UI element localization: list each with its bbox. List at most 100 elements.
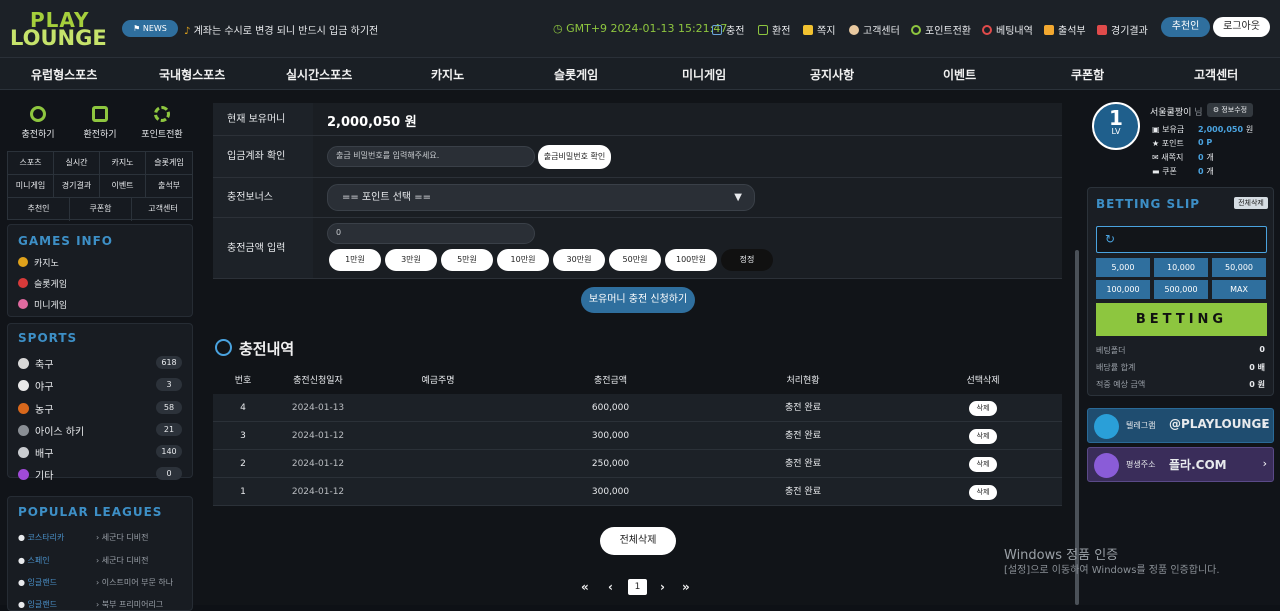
grid-live[interactable]: 실시간	[54, 152, 100, 175]
header-link-support[interactable]: 고객센터	[849, 22, 900, 37]
amount-button-30k[interactable]: 3만원	[385, 249, 437, 271]
baseball-icon	[18, 380, 29, 391]
amount-button-300k[interactable]: 30만원	[553, 249, 605, 271]
quick-point-button[interactable]: 포인트전환	[129, 90, 195, 146]
slip-clear-button[interactable]: 전체삭제	[1234, 197, 1268, 209]
amount-button-500k[interactable]: 50만원	[609, 249, 661, 271]
games-item-slot[interactable]: 슬롯게임	[18, 277, 67, 290]
logout-button[interactable]: 로그아웃	[1213, 17, 1270, 37]
prev-page-button[interactable]: ‹	[608, 580, 613, 594]
league-country[interactable]: ● 코스타리카	[18, 532, 64, 543]
bonus-row: 충전보너스 == 포인트 선택 == ▼	[213, 178, 1062, 218]
address-banner[interactable]: 평생주소 플라.COM ›	[1087, 447, 1274, 482]
grid-event[interactable]: 이벤트	[100, 175, 146, 198]
next-page-button[interactable]: ›	[660, 580, 665, 594]
nav-support[interactable]: 고객센터	[1194, 66, 1238, 83]
chip-5000[interactable]: 5,000	[1096, 258, 1150, 277]
sport-basketball[interactable]: 농구	[18, 401, 53, 416]
amount-input[interactable]: 0	[327, 223, 535, 244]
grid-minigame[interactable]: 미니게임	[8, 175, 54, 198]
grid-sports[interactable]: 스포츠	[8, 152, 54, 175]
header-link-attendance[interactable]: 출석부	[1044, 22, 1086, 37]
casino-icon	[18, 257, 28, 267]
header-link-message[interactable]: 쪽지	[803, 22, 835, 37]
header-link-exchange[interactable]: 환전	[758, 22, 790, 37]
soccer-icon: ●	[18, 578, 28, 587]
sport-icehockey[interactable]: 아이스 하키	[18, 423, 84, 438]
grid-attendance[interactable]: 출석부	[146, 175, 192, 198]
amount-button-100k[interactable]: 10만원	[497, 249, 549, 271]
cell-status: 충전 완료	[785, 459, 821, 469]
grid-slot[interactable]: 슬롯게임	[146, 152, 192, 175]
betting-slip: BETTING SLIP 전체삭제 ↻ 5,000 10,000 50,000 …	[1087, 187, 1274, 396]
chip-500000[interactable]: 500,000	[1154, 280, 1208, 299]
reset-button[interactable]: 정정	[721, 249, 773, 271]
first-page-button[interactable]: «	[581, 580, 589, 594]
last-page-button[interactable]: »	[682, 580, 690, 594]
delete-row-button[interactable]: 삭제	[969, 401, 997, 416]
withdraw-password-input[interactable]: 출금 비밀번호를 입력해주세요.	[327, 146, 535, 167]
refresh-icon[interactable]: ↻	[1105, 232, 1115, 246]
nav-slot[interactable]: 슬롯게임	[554, 66, 598, 83]
delete-all-button[interactable]: 전체삭제	[600, 527, 676, 555]
grid-support[interactable]: 고객센터	[132, 198, 194, 221]
charge-submit-button[interactable]: 보유머니 충전 신청하기	[581, 287, 695, 313]
password-confirm-button[interactable]: 출금비밀번호 확인	[538, 145, 611, 169]
header-link-charge[interactable]: 충전	[712, 22, 744, 37]
sport-count: 140	[156, 445, 182, 458]
nav-minigame[interactable]: 미니게임	[682, 66, 726, 83]
amount-button-50k[interactable]: 5만원	[441, 249, 493, 271]
quick-charge-button[interactable]: 충전하기	[5, 90, 71, 146]
grid-recommend[interactable]: 추천인	[8, 198, 70, 221]
nav-live-sports[interactable]: 실시간스포츠	[286, 66, 352, 83]
games-item-casino[interactable]: 카지노	[18, 256, 59, 269]
nav-notice[interactable]: 공지사항	[810, 66, 854, 83]
league-country[interactable]: ● 잉글랜드	[18, 577, 57, 588]
bet-amount-input[interactable]: ↻	[1096, 226, 1267, 253]
header-link-point[interactable]: 포인트전환	[911, 22, 971, 37]
delete-row-button[interactable]: 삭제	[969, 457, 997, 472]
note-icon	[803, 25, 813, 35]
nav-casino[interactable]: 카지노	[431, 66, 464, 83]
header-link-bet-history[interactable]: 베팅내역	[982, 22, 1033, 37]
nav-coupon[interactable]: 쿠폰함	[1071, 66, 1104, 83]
amount-button-10k[interactable]: 1만원	[329, 249, 381, 271]
betting-button[interactable]: BETTING	[1096, 303, 1267, 336]
header-link-results[interactable]: 경기결과	[1097, 22, 1148, 37]
logo-lounge[interactable]: LOUNGE	[10, 26, 107, 50]
recommend-button[interactable]: 추천인	[1161, 17, 1210, 37]
edit-profile-button[interactable]: ⚙ 정보수정	[1207, 103, 1253, 117]
grid-casino[interactable]: 카지노	[100, 152, 146, 175]
nav-domestic-sports[interactable]: 국내형스포츠	[159, 66, 225, 83]
sport-baseball[interactable]: 야구	[18, 378, 53, 393]
league-name[interactable]: › 세군다 디비전	[96, 532, 148, 543]
sport-etc[interactable]: 기타	[18, 467, 53, 482]
nav-event[interactable]: 이벤트	[943, 66, 976, 83]
chip-10000[interactable]: 10,000	[1154, 258, 1208, 277]
sport-count: 58	[156, 401, 182, 414]
bonus-select[interactable]: == 포인트 선택 == ▼	[327, 184, 755, 211]
sport-soccer[interactable]: 축구	[18, 356, 53, 371]
nav-euro-sports[interactable]: 유럽형스포츠	[31, 66, 97, 83]
grid-results[interactable]: 경기결과	[54, 175, 100, 198]
chip-max[interactable]: MAX	[1212, 280, 1266, 299]
cell-status: 충전 완료	[785, 403, 821, 413]
sports-title: SPORTS	[18, 331, 78, 345]
league-name[interactable]: › 이스트미어 부문 하나	[96, 577, 173, 588]
stat-message[interactable]: ✉ 새쪽지 0 개	[1152, 152, 1214, 163]
delete-row-button[interactable]: 삭제	[969, 429, 997, 444]
chip-100000[interactable]: 100,000	[1096, 280, 1150, 299]
league-name[interactable]: › 세군다 디비전	[96, 555, 148, 566]
chip-50000[interactable]: 50,000	[1212, 258, 1266, 277]
league-country[interactable]: ● 스페인	[18, 555, 50, 566]
stat-coupon[interactable]: ▬ 쿠폰 0 개	[1152, 166, 1214, 177]
delete-row-button[interactable]: 삭제	[969, 485, 997, 500]
current-page[interactable]: 1	[628, 579, 647, 595]
telegram-banner[interactable]: 텔레그램 @PLAYLOUNGE ›	[1087, 408, 1274, 443]
games-item-minigame[interactable]: 미니게임	[18, 298, 67, 311]
amount-button-1m[interactable]: 100만원	[665, 249, 717, 271]
quick-exchange-button[interactable]: 환전하기	[67, 90, 133, 146]
grid-coupon[interactable]: 쿠폰함	[70, 198, 132, 221]
games-info-title: GAMES INFO	[18, 234, 114, 248]
sport-volleyball[interactable]: 배구	[18, 445, 53, 460]
